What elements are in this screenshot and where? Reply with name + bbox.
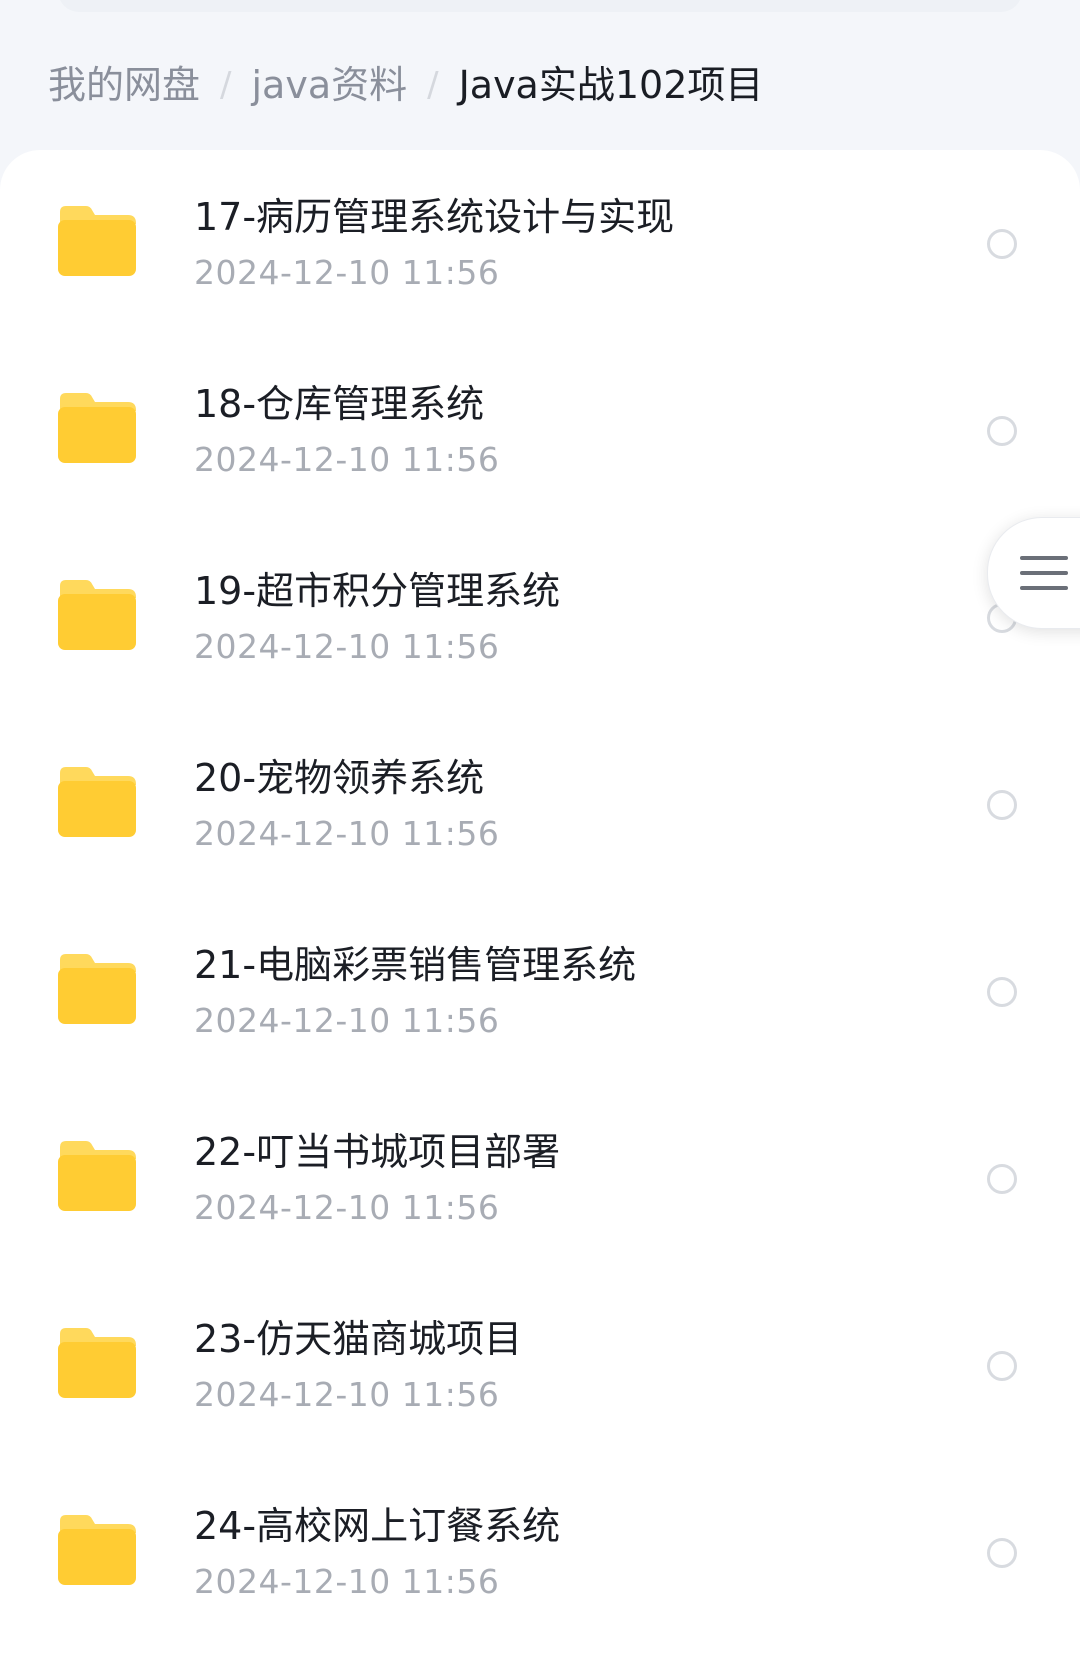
file-name: 18-仓库管理系统 xyxy=(194,382,485,426)
file-list-item[interactable]: 19-超市积分管理系统 2024-12-10 11:56 xyxy=(0,524,1080,711)
menu-icon xyxy=(1020,556,1068,590)
folder-icon xyxy=(58,954,136,1024)
folder-icon xyxy=(58,580,136,650)
file-list-item[interactable]: 20-宠物领养系统 2024-12-10 11:56 xyxy=(0,711,1080,898)
file-name: 23-仿天猫商城项目 xyxy=(194,1317,523,1361)
file-name: 21-电脑彩票销售管理系统 xyxy=(194,943,637,987)
file-modified-date: 2024-12-10 11:56 xyxy=(194,1375,500,1414)
file-name: 24-高校网上订餐系统 xyxy=(194,1504,561,1548)
file-list-item[interactable]: 21-电脑彩票销售管理系统 2024-12-10 11:56 xyxy=(0,898,1080,1085)
folder-icon xyxy=(58,206,136,276)
file-list: 17-病历管理系统设计与实现 2024-12-10 11:56 18-仓库管理系… xyxy=(0,150,1080,1670)
select-radio[interactable] xyxy=(987,1538,1017,1568)
file-list-item[interactable]: 17-病历管理系统设计与实现 2024-12-10 11:56 xyxy=(0,150,1080,337)
breadcrumb-item-java-materials[interactable]: java资料 xyxy=(251,58,407,112)
folder-icon xyxy=(58,1141,136,1211)
folder-icon xyxy=(58,1328,136,1398)
file-modified-date: 2024-12-10 11:56 xyxy=(194,1001,500,1040)
file-modified-date: 2024-12-10 11:56 xyxy=(194,440,500,479)
breadcrumb-separator: / xyxy=(220,65,232,105)
file-list-item[interactable]: 18-仓库管理系统 2024-12-10 11:56 xyxy=(0,337,1080,524)
select-radio[interactable] xyxy=(987,977,1017,1007)
select-radio[interactable] xyxy=(987,229,1017,259)
file-name: 22-叮当书城项目部署 xyxy=(194,1130,561,1174)
breadcrumb-separator: / xyxy=(427,65,439,105)
file-modified-date: 2024-12-10 11:56 xyxy=(194,1562,500,1601)
breadcrumb: 我的网盘 / java资料 / Java实战102项目 xyxy=(48,58,763,112)
file-list-item[interactable]: 24-高校网上订餐系统 2024-12-10 11:56 xyxy=(0,1459,1080,1646)
select-radio[interactable] xyxy=(987,1351,1017,1381)
file-modified-date: 2024-12-10 11:56 xyxy=(194,814,500,853)
breadcrumb-item-current-folder: Java实战102项目 xyxy=(458,63,764,107)
select-radio[interactable] xyxy=(987,790,1017,820)
folder-icon xyxy=(58,767,136,837)
file-modified-date: 2024-12-10 11:56 xyxy=(194,253,500,292)
file-name: 17-病历管理系统设计与实现 xyxy=(194,195,675,239)
folder-icon xyxy=(58,393,136,463)
file-name: 20-宠物领养系统 xyxy=(194,756,485,800)
file-list-item[interactable]: 23-仿天猫商城项目 2024-12-10 11:56 xyxy=(0,1272,1080,1459)
file-modified-date: 2024-12-10 11:56 xyxy=(194,627,500,666)
file-list-item[interactable]: 22-叮当书城项目部署 2024-12-10 11:56 xyxy=(0,1085,1080,1272)
top-search-strip xyxy=(58,0,1022,12)
breadcrumb-item-my-drive[interactable]: 我的网盘 xyxy=(48,58,200,112)
select-radio[interactable] xyxy=(987,1164,1017,1194)
folder-icon xyxy=(58,1515,136,1585)
file-modified-date: 2024-12-10 11:56 xyxy=(194,1188,500,1227)
select-radio[interactable] xyxy=(987,416,1017,446)
file-name: 19-超市积分管理系统 xyxy=(194,569,561,613)
